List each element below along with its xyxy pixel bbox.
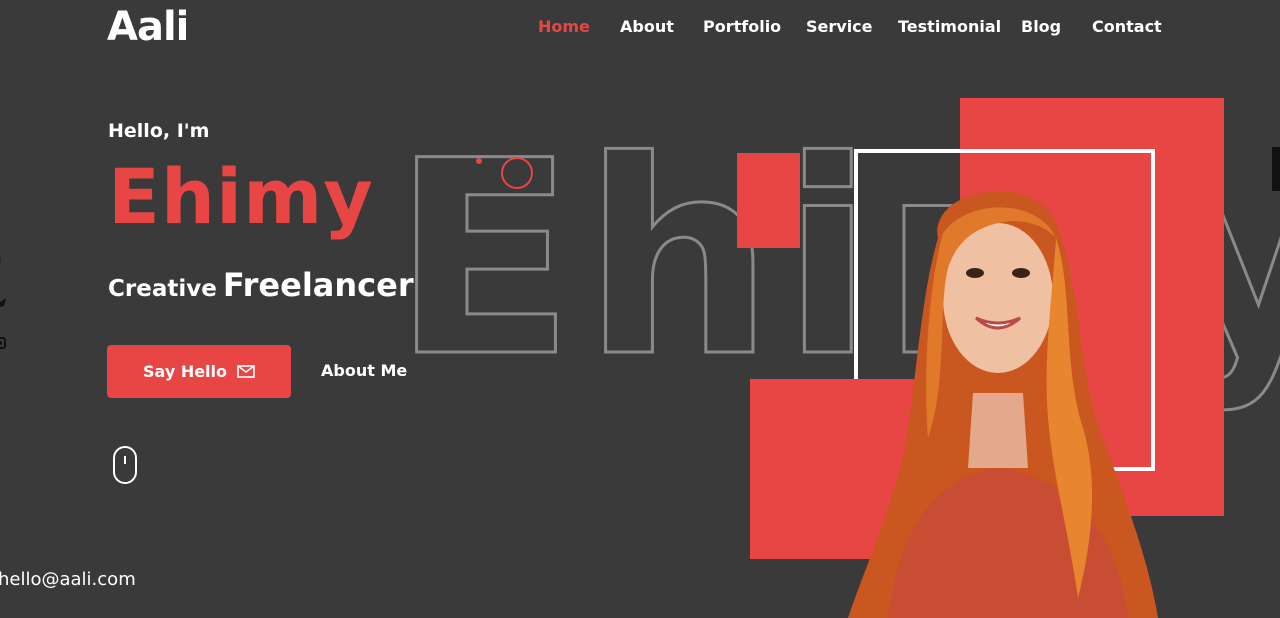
- contact-email[interactable]: hello@aali.com: [0, 569, 136, 590]
- say-hello-label: Say Hello: [142, 362, 228, 381]
- nav-testimonial[interactable]: Testimonial: [898, 17, 1001, 36]
- nav-home[interactable]: Home: [538, 17, 590, 36]
- say-hello-button[interactable]: Say Hello: [107, 345, 291, 398]
- facebook-icon[interactable]: f: [0, 256, 8, 272]
- scroll-edge-bar: [1272, 147, 1280, 191]
- twitter-icon[interactable]: [0, 296, 8, 312]
- hero-role: Creative Freelancer: [108, 266, 414, 304]
- hero-name: Ehimy: [108, 152, 374, 241]
- role-prefix: Creative: [108, 276, 217, 302]
- nav-portfolio[interactable]: Portfolio: [703, 17, 781, 36]
- nav-service[interactable]: Service: [806, 17, 873, 36]
- hero-greeting: Hello, I'm: [108, 120, 210, 142]
- nav-blog[interactable]: Blog: [1021, 17, 1061, 36]
- role-main: Freelancer: [222, 266, 414, 304]
- nav-about[interactable]: About: [620, 17, 674, 36]
- scroll-mouse-icon[interactable]: [113, 446, 137, 484]
- envelope-icon: [237, 365, 255, 378]
- site-logo[interactable]: Aali: [107, 4, 189, 50]
- decor-red-small: [737, 153, 800, 248]
- about-me-link[interactable]: About Me: [321, 361, 407, 380]
- hero-page: Ehimy Aali Home About Portfolio Service …: [0, 0, 1280, 618]
- nav-contact[interactable]: Contact: [1092, 17, 1162, 36]
- instagram-icon[interactable]: [0, 336, 8, 352]
- portrait-image: [848, 190, 1158, 618]
- decor-dot: [476, 158, 482, 164]
